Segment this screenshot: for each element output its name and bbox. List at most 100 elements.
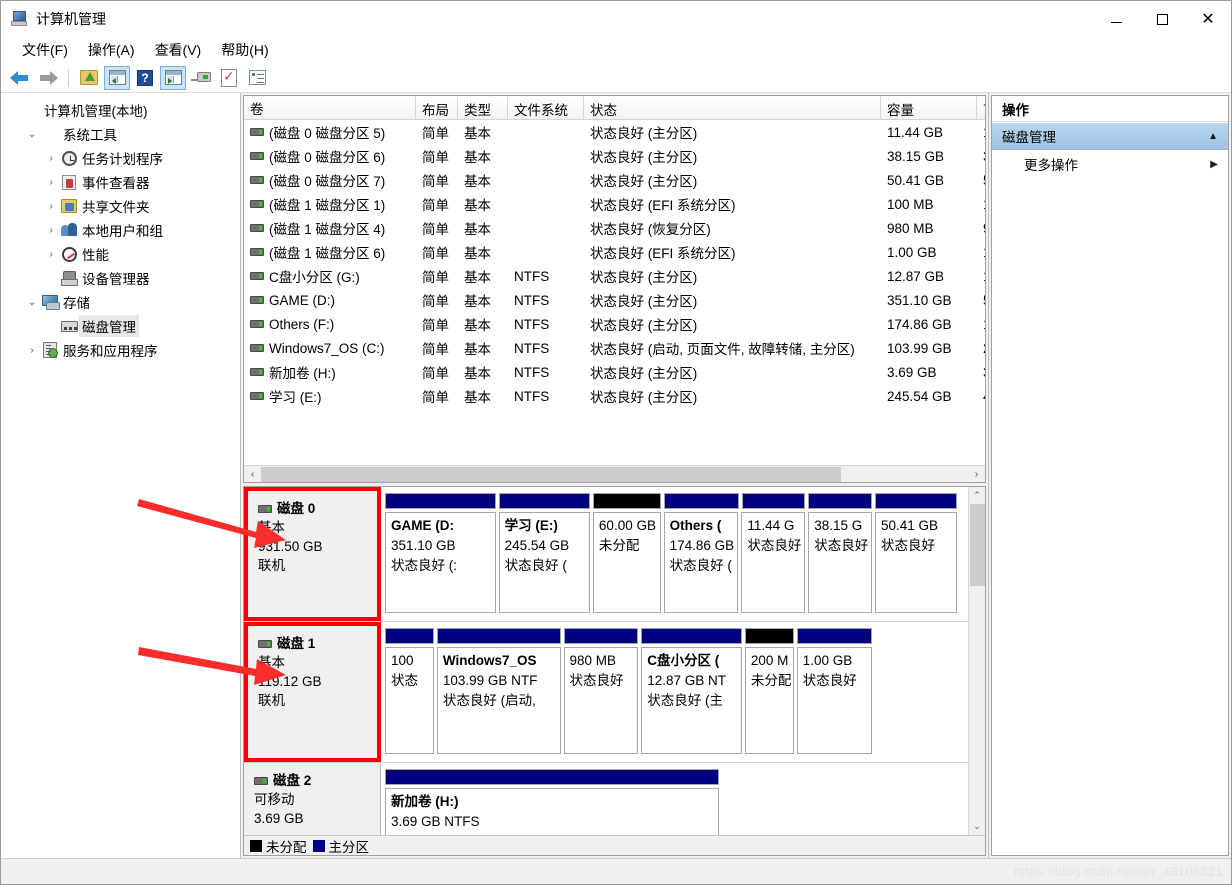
partition-bar[interactable] <box>875 493 957 509</box>
table-row[interactable]: (磁盘 0 磁盘分区 5) 简单基本 状态良好 (主分区) 11.44 GB 11 <box>244 120 985 144</box>
up-folder-button[interactable] <box>76 66 102 90</box>
partition-box[interactable]: 100 状态 <box>385 647 434 754</box>
tree-expander-icon[interactable]: ⌄ <box>24 297 40 308</box>
partition-bar[interactable] <box>385 628 434 644</box>
show-action-pane-button[interactable] <box>160 65 186 90</box>
column-header-layout[interactable]: 布局 <box>416 96 458 119</box>
partition-bar[interactable] <box>808 493 872 509</box>
tree-expander-icon[interactable]: › <box>43 177 59 188</box>
tree-item-4[interactable]: › 共享文件夹 <box>5 194 240 218</box>
partition-bar[interactable] <box>641 628 742 644</box>
forward-button[interactable] <box>35 66 61 90</box>
partition-bar[interactable] <box>796 628 872 644</box>
column-header-type[interactable]: 类型 <box>458 96 508 119</box>
partition-bar[interactable] <box>498 493 591 509</box>
table-row[interactable]: (磁盘 1 磁盘分区 1) 简单基本 状态良好 (EFI 系统分区) 100 MB 10 <box>244 192 985 216</box>
volume-list-hscrollbar[interactable]: ‹ › <box>244 465 985 482</box>
partition-bar[interactable] <box>593 493 661 509</box>
actions-group-disk-management[interactable]: 磁盘管理 ▲ <box>992 122 1228 150</box>
partition-box[interactable]: 200 M 未分配 <box>744 647 794 754</box>
column-header-status[interactable]: 状态 <box>584 96 881 119</box>
disk-info-panel[interactable]: 磁盘 1 基本 119.12 GB 联机 <box>244 622 381 762</box>
tree-item-10[interactable]: › 服务和应用程序 <box>5 338 240 362</box>
help-button[interactable]: ? <box>132 66 158 90</box>
partition-bar[interactable] <box>741 493 806 509</box>
properties-button[interactable] <box>216 66 242 90</box>
partition-box[interactable]: Windows7_OS 103.99 GB NTF 状态良好 (启动, <box>436 647 561 754</box>
back-button[interactable] <box>7 66 33 90</box>
table-row[interactable]: (磁盘 1 磁盘分区 6) 简单基本 状态良好 (EFI 系统分区) 1.00 GB 1… <box>244 240 985 264</box>
tree-expander-icon[interactable]: › <box>43 249 59 260</box>
partition-bar[interactable] <box>563 628 639 644</box>
column-header-capacity[interactable]: 容量 <box>881 96 977 119</box>
close-button[interactable]: ✕ <box>1185 1 1231 37</box>
vscroll-down-button[interactable]: ⌄ <box>969 818 986 835</box>
tree-expander-icon[interactable]: › <box>43 201 59 212</box>
tree-expander-icon[interactable]: ⌄ <box>24 129 40 140</box>
table-row[interactable]: Others (F:) 简单基本 NTFS 状态良好 (主分区) 174.86 GB 10 <box>244 312 985 336</box>
table-row[interactable]: 学习 (E:) 简单基本 NTFS 状态良好 (主分区) 245.54 GB 44 <box>244 384 985 408</box>
tree-item-5[interactable]: › 本地用户和组 <box>5 218 240 242</box>
tree-item-3[interactable]: › 事件查看器 <box>5 170 240 194</box>
hscroll-right-button[interactable]: › <box>968 466 985 483</box>
action-more-actions[interactable]: 更多操作 ▶ <box>992 150 1228 178</box>
vscroll-up-button[interactable]: ⌃ <box>969 487 986 504</box>
partition-bar[interactable] <box>436 628 561 644</box>
menu-view[interactable]: 查看(V) <box>146 40 211 60</box>
partition-box[interactable]: 11.44 G 状态良好 <box>741 512 806 613</box>
maximize-button[interactable] <box>1139 1 1185 37</box>
menu-help[interactable]: 帮助(H) <box>212 40 277 60</box>
partition-box[interactable]: GAME (D: 351.10 GB 状态良好 (: <box>385 512 496 613</box>
disk-info-panel[interactable]: 磁盘 2 可移动 3.69 GB <box>244 763 381 835</box>
tree-expander-icon[interactable]: › <box>43 225 59 236</box>
table-row[interactable]: GAME (D:) 简单基本 NTFS 状态良好 (主分区) 351.10 GB 59 <box>244 288 985 312</box>
tree-item-6[interactable]: › 性能 <box>5 242 240 266</box>
table-row[interactable]: (磁盘 0 磁盘分区 7) 简单基本 状态良好 (主分区) 50.41 GB 50 <box>244 168 985 192</box>
partition-bar[interactable] <box>385 769 719 785</box>
rescan-disks-button[interactable] <box>188 66 214 90</box>
menu-file[interactable]: 文件(F) <box>13 40 77 60</box>
table-row[interactable]: 新加卷 (H:) 简单基本 NTFS 状态良好 (主分区) 3.69 GB 3.5 <box>244 360 985 384</box>
tree-expander-icon[interactable]: › <box>43 153 59 164</box>
vscroll-thumb[interactable] <box>969 504 985 586</box>
minimize-button[interactable] <box>1093 1 1139 37</box>
tree-item-8[interactable]: ⌄ 存储 <box>5 290 240 314</box>
partition-box[interactable]: Others (174.86 GB 状态良好 ( <box>663 512 739 613</box>
table-row[interactable]: C盘小分区 (G:) 简单基本 NTFS 状态良好 (主分区) 12.87 GB 12 <box>244 264 985 288</box>
partition-box[interactable]: 1.00 GB 状态良好 <box>796 647 872 754</box>
table-row[interactable]: (磁盘 1 磁盘分区 4) 简单基本 状态良好 (恢复分区) 980 MB 98 <box>244 216 985 240</box>
menu-action[interactable]: 操作(A) <box>79 40 144 60</box>
partition-bar[interactable] <box>744 628 794 644</box>
partition-bar[interactable] <box>663 493 739 509</box>
tree-item-2[interactable]: › 任务计划程序 <box>5 146 240 170</box>
partition-box[interactable]: C盘小分区 (12.87 GB NT 状态良好 (主 <box>641 647 742 754</box>
vscroll-track[interactable] <box>968 504 985 818</box>
tree-item-9[interactable]: 磁盘管理 <box>5 314 240 338</box>
tree-expander-icon[interactable]: › <box>24 345 40 356</box>
column-header-free[interactable]: 可 <box>977 96 985 119</box>
disk-info-panel[interactable]: 磁盘 0 基本 931.50 GB 联机 <box>244 487 381 621</box>
partition-box[interactable]: 980 MB 状态良好 <box>563 647 639 754</box>
disk-row-1[interactable]: 磁盘 1 基本 119.12 GB 联机 100 状态 Windows7_OS 103.99 … <box>244 622 968 763</box>
list-view-button[interactable] <box>244 66 270 90</box>
table-row[interactable]: Windows7_OS (C:) 简单 基本 NTFS 状态良好 (启动, 页面文件, … <box>244 336 985 360</box>
partition-box[interactable]: 50.41 GB 状态良好 <box>875 512 957 613</box>
hscroll-left-button[interactable]: ‹ <box>244 466 261 483</box>
show-console-tree-button[interactable] <box>104 65 130 90</box>
hscroll-thumb[interactable] <box>261 466 841 482</box>
partition-box[interactable]: 新加卷 (H:) 3.69 GB NTFS <box>385 788 719 835</box>
tree-item-0[interactable]: 计算机管理(本地) <box>5 98 240 122</box>
table-row[interactable]: (磁盘 0 磁盘分区 6) 简单基本 状态良好 (主分区) 38.15 GB 38 <box>244 144 985 168</box>
hscroll-track[interactable] <box>261 465 968 482</box>
partition-box[interactable]: 60.00 GB 未分配 <box>592 512 661 613</box>
tree-item-1[interactable]: ⌄ 系统工具 <box>5 122 240 146</box>
disk-view-vscrollbar[interactable]: ⌃ ⌄ <box>968 487 985 835</box>
partition-box[interactable]: 学习 (E:) 245.54 GB 状态良好 ( <box>498 512 590 613</box>
disk-row-0[interactable]: 磁盘 0 基本 931.50 GB 联机 GAME (D: 351.10 GB 状态良好 (… <box>244 487 968 622</box>
column-header-volume[interactable]: 卷 <box>244 96 416 119</box>
tree-item-7[interactable]: 设备管理器 <box>5 266 240 290</box>
disk-row-2[interactable]: 磁盘 2 可移动 3.69 GB 新加卷 (H:) 3.69 GB NTFS <box>244 763 968 835</box>
partition-box[interactable]: 38.15 G 状态良好 <box>808 512 873 613</box>
partition-bar[interactable] <box>385 493 496 509</box>
column-header-filesystem[interactable]: 文件系统 <box>508 96 584 119</box>
